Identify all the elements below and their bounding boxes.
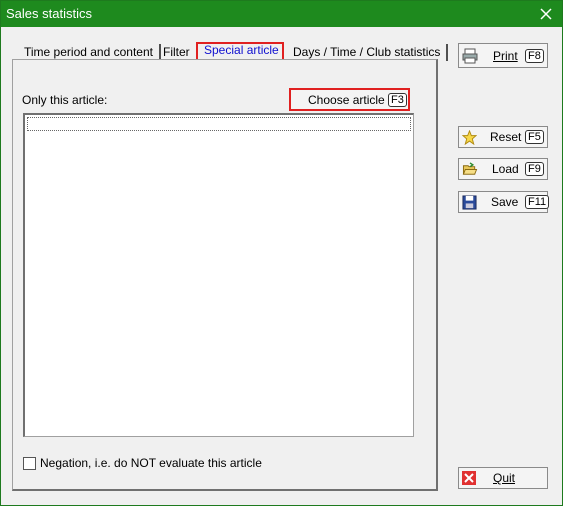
reset-button[interactable]: Reset F5 bbox=[458, 126, 548, 148]
title-bar: Sales statistics bbox=[1, 1, 562, 27]
negation-label: Negation, i.e. do NOT evaluate this arti… bbox=[40, 456, 262, 470]
window-title: Sales statistics bbox=[6, 6, 92, 21]
quit-button[interactable]: Quit bbox=[458, 467, 548, 489]
article-list[interactable] bbox=[23, 113, 414, 437]
choose-article-key: F3 bbox=[388, 93, 407, 107]
save-button[interactable]: Save F11 bbox=[458, 191, 550, 213]
load-button[interactable]: Load F9 bbox=[458, 158, 548, 180]
list-focus-row[interactable] bbox=[27, 117, 411, 131]
printer-icon bbox=[462, 48, 478, 64]
only-this-article-label: Only this article: bbox=[22, 93, 108, 107]
print-button[interactable]: Print F8 bbox=[458, 43, 548, 68]
reset-label: Reset bbox=[490, 130, 522, 144]
save-label: Save bbox=[491, 195, 519, 209]
floppy-disk-icon bbox=[462, 195, 477, 210]
quit-label: Quit bbox=[493, 471, 516, 485]
load-label: Load bbox=[492, 162, 519, 176]
save-key: F11 bbox=[525, 195, 550, 209]
close-icon[interactable] bbox=[536, 4, 556, 24]
print-key: F8 bbox=[525, 49, 544, 63]
print-label: Print bbox=[493, 49, 518, 63]
choose-article-button[interactable]: Choose article F3 bbox=[289, 88, 410, 111]
sales-statistics-window: Sales statistics Time period and content… bbox=[0, 0, 563, 506]
choose-article-label: Choose article bbox=[308, 93, 385, 107]
reset-key: F5 bbox=[525, 130, 544, 144]
open-folder-icon bbox=[462, 162, 478, 175]
cancel-icon bbox=[462, 471, 476, 485]
load-key: F9 bbox=[525, 162, 544, 176]
negation-checkbox[interactable] bbox=[23, 457, 36, 470]
star-icon bbox=[462, 130, 477, 145]
